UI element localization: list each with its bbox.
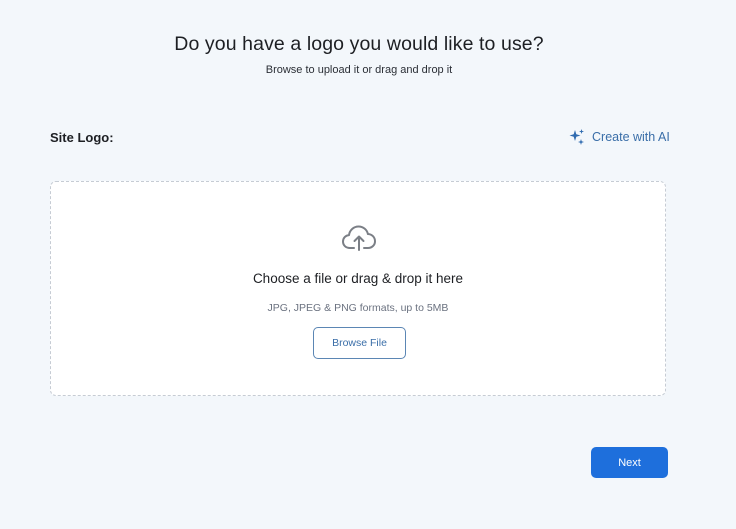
- file-dropzone[interactable]: Choose a file or drag & drop it here JPG…: [50, 181, 666, 396]
- dropzone-title: Choose a file or drag & drop it here: [252, 271, 464, 286]
- sparkle-icon: [568, 128, 586, 146]
- dropzone-formats-hint: JPG, JPEG & PNG formats, up to 5MB: [267, 302, 449, 314]
- browse-file-button[interactable]: Browse File: [313, 327, 406, 359]
- site-logo-label: Site Logo:: [50, 130, 114, 145]
- cloud-upload-icon: [341, 224, 377, 252]
- create-with-ai-button[interactable]: Create with AI: [568, 127, 670, 147]
- create-with-ai-label: Create with AI: [592, 130, 670, 144]
- page-title: Do you have a logo you would like to use…: [174, 33, 544, 55]
- page-subtitle: Browse to upload it or drag and drop it: [265, 64, 453, 76]
- next-button[interactable]: Next: [591, 447, 668, 478]
